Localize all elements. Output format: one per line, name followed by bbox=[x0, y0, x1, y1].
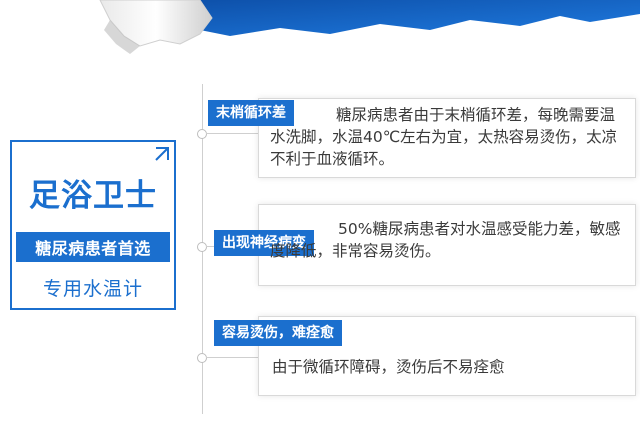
info-text-2: 50%糖尿病患者对水温感受能力差，敏感度降低，非常容易烫伤。 bbox=[270, 220, 621, 260]
timeline-connector-1 bbox=[206, 133, 260, 134]
info-text-3: 由于微循环障碍，烫伤后不易痊愈 bbox=[272, 358, 505, 376]
info-tag-3: 容易烫伤，难痊愈 bbox=[214, 320, 342, 346]
brand-badge: 足浴卫士 糖尿病患者首选 专用水温计 bbox=[10, 140, 176, 310]
timeline-node-3 bbox=[197, 353, 207, 363]
corner-arrow-icon bbox=[155, 147, 169, 161]
timeline-node-2 bbox=[197, 242, 207, 252]
badge-subtitle: 专用水温计 bbox=[42, 278, 143, 300]
badge-strip: 糖尿病患者首选 bbox=[16, 232, 170, 262]
timeline-node-1 bbox=[197, 129, 207, 139]
torn-paper-banner bbox=[99, 0, 640, 54]
badge-title: 足浴卫士 bbox=[29, 178, 157, 214]
info-text-1: 糖尿病患者由于末梢循环差，每晚需要温水洗脚，水温40℃左右为宜，太热容易烫伤，太… bbox=[270, 106, 618, 168]
timeline-connector-3 bbox=[206, 357, 260, 358]
